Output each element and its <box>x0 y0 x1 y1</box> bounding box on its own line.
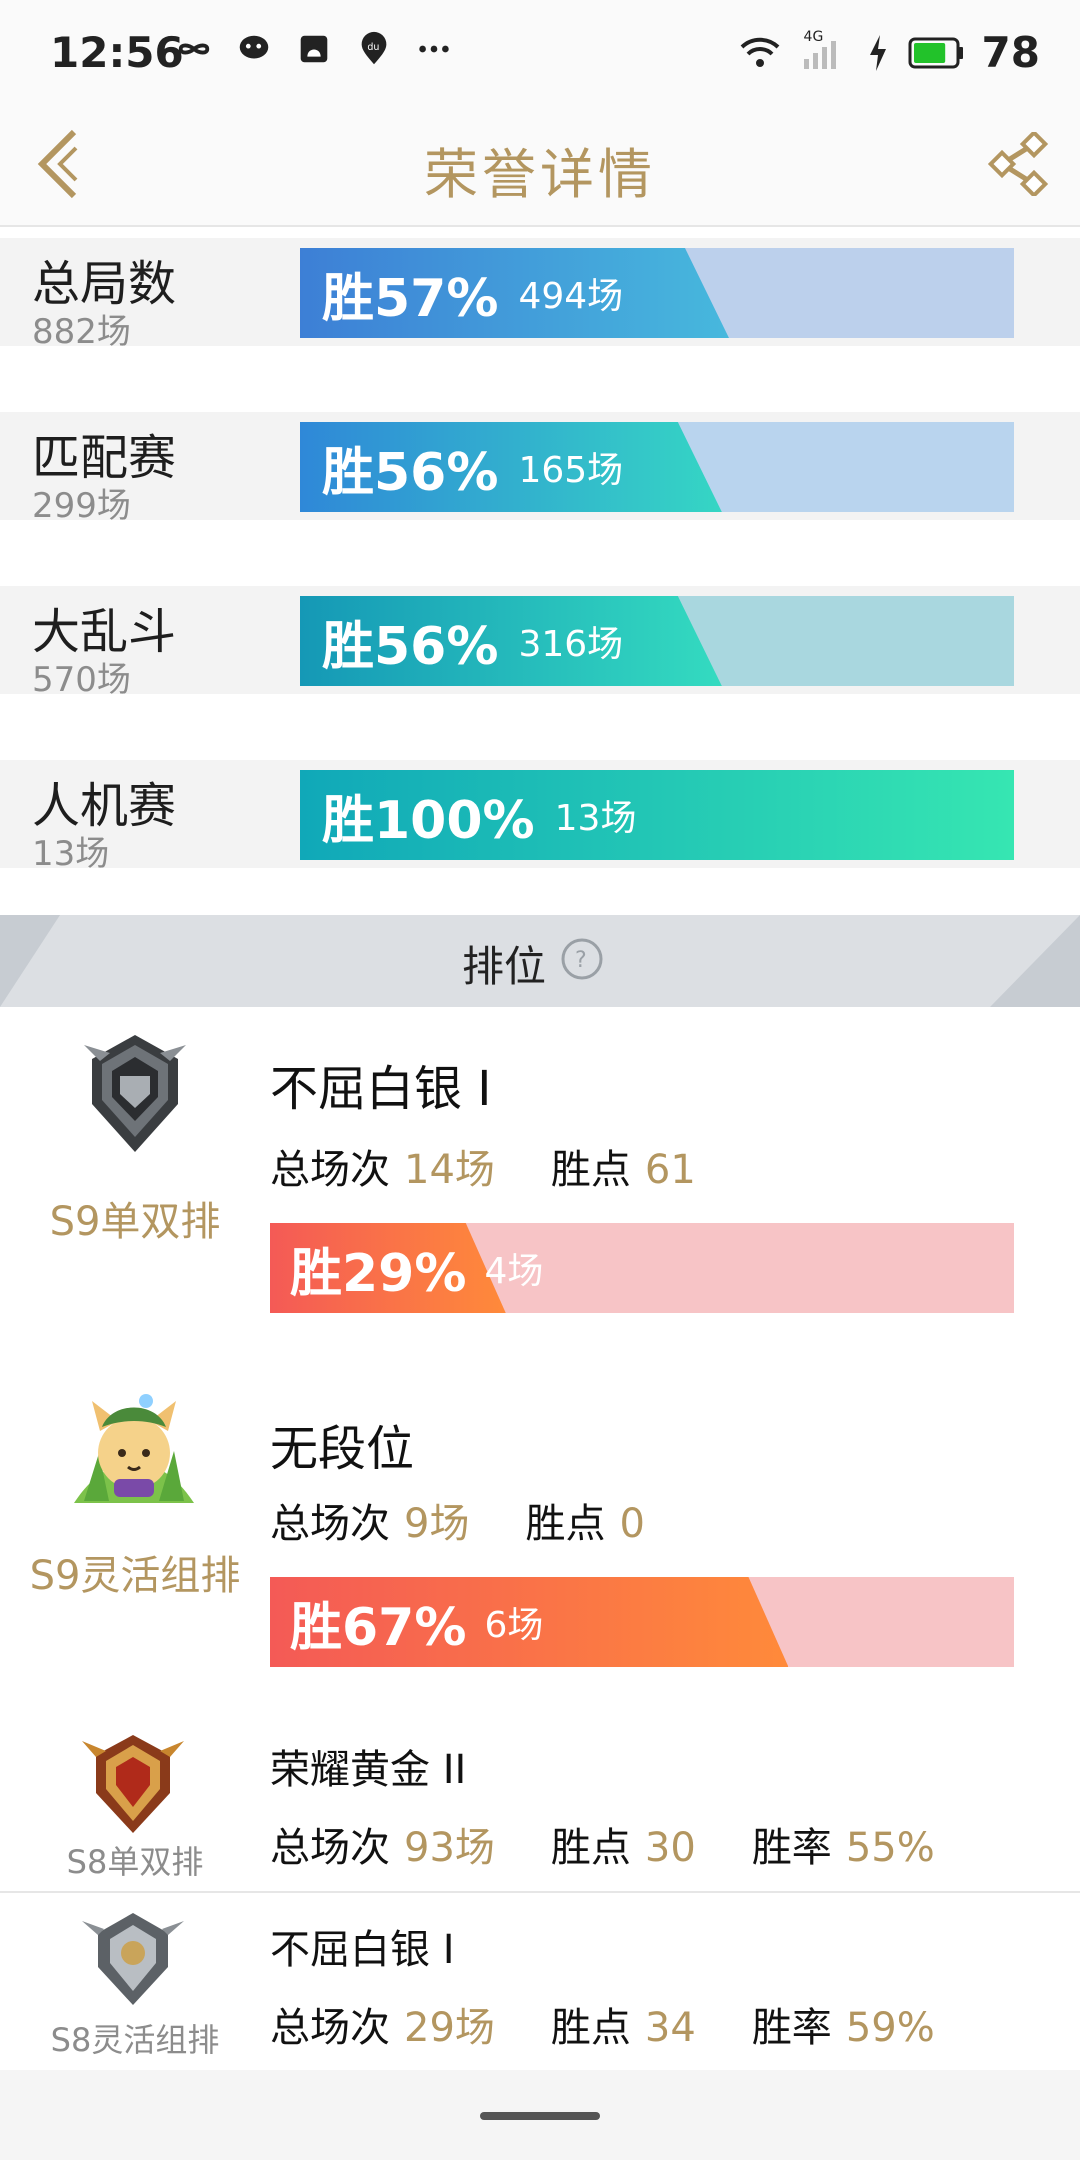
win-rate-text: 胜100% 13场 <box>322 770 636 860</box>
rate-label: 胜率 <box>751 2005 832 2051</box>
win-games: 13场 <box>554 798 637 839</box>
win-games: 494场 <box>518 276 624 317</box>
wifi-icon <box>740 37 779 67</box>
win-percent: 胜57% <box>322 268 499 329</box>
win-percent: 胜67% <box>290 1597 467 1658</box>
stat-count: 13场 <box>32 834 110 874</box>
notification-icon <box>300 35 328 63</box>
total-value: 93场 <box>404 1825 495 1871</box>
charging-bolt-icon <box>869 34 886 71</box>
total-value: 29场 <box>404 2005 495 2051</box>
win-rate-bar: 胜57% 494场 <box>300 248 1014 338</box>
queue-label: S9单双排 <box>49 1199 221 1245</box>
rate-label: 胜率 <box>751 1825 832 1871</box>
total-value: 14场 <box>404 1147 495 1193</box>
ranked-win-bar: 胜67% 6场 <box>270 1577 1014 1667</box>
battery-level: 78 <box>981 28 1040 77</box>
rank-tier: 荣耀黄金 II <box>270 1747 467 1793</box>
total-label: 总场次 <box>270 1147 390 1193</box>
infinity-icon <box>178 43 210 55</box>
win-rate-text: 胜57% 494场 <box>322 248 623 338</box>
page-title: 荣誉详情 <box>424 143 656 206</box>
share-icon[interactable] <box>988 132 1052 196</box>
ranked-card-s9-flex[interactable]: S9灵活组排 无段位 总场次 9场 胜点 0 胜67% 6场 <box>0 1361 1080 1717</box>
win-rate-text: 胜56% 316场 <box>322 596 623 686</box>
du-icon: du <box>361 31 387 65</box>
win-percent: 胜56% <box>322 616 499 677</box>
silver-emblem-small-icon <box>82 1913 184 2005</box>
rank-tier: 无段位 <box>270 1421 415 1477</box>
win-games: 165场 <box>518 450 624 491</box>
win-games: 316场 <box>518 624 624 665</box>
lp-value: 34 <box>644 2005 696 2051</box>
stat-row-normal: 匹配赛 299场 胜56% 165场 <box>0 412 1080 526</box>
win-percent: 胜29% <box>290 1243 467 1304</box>
ranked-win-bar: 胜29% 4场 <box>270 1223 1014 1313</box>
win-games: 4场 <box>484 1251 544 1292</box>
lp-label: 胜点 <box>550 1825 631 1871</box>
rank-tier: 不屈白银 I <box>270 1927 455 1973</box>
win-percent: 胜56% <box>322 442 499 503</box>
win-games: 6场 <box>484 1605 544 1646</box>
total-label: 总场次 <box>270 2005 390 2051</box>
chat-icon <box>239 35 269 59</box>
rank-stats: 总场次 14场 胜点 61 <box>270 1137 752 1195</box>
lp-value: 30 <box>644 1825 696 1871</box>
lp-label: 胜点 <box>550 2005 631 2051</box>
ranked-section-header: 排位 ? <box>0 915 1080 1007</box>
win-rate-text: 胜56% 165场 <box>322 422 623 512</box>
signal-icon: 4G <box>800 29 848 73</box>
status-left-icons: du <box>175 30 453 68</box>
total-label: 总场次 <box>270 1501 390 1547</box>
queue-label: S8单双排 <box>66 1843 204 1881</box>
status-right: 4G 78 <box>738 28 1040 77</box>
rank-stats: 总场次 93场 胜点 30 胜率 55% <box>270 1815 991 1873</box>
teemo-unranked-icon <box>74 1394 194 1503</box>
battery-icon <box>908 37 963 68</box>
home-indicator[interactable] <box>480 2112 600 2120</box>
svg-text:?: ? <box>575 948 587 973</box>
silver-emblem-icon <box>84 1035 186 1152</box>
rate-value: 59% <box>845 2005 935 2051</box>
win-rate-bar: 胜56% 316场 <box>300 596 1014 686</box>
lp-value: 0 <box>619 1501 645 1547</box>
ranked-win-text: 胜67% 6场 <box>290 1577 543 1667</box>
lp-value: 61 <box>644 1147 696 1193</box>
stat-count: 570场 <box>32 660 131 700</box>
stat-row-aram: 大乱斗 570场 胜56% 316场 <box>0 586 1080 700</box>
rank-stats: 总场次 9场 胜点 0 <box>270 1491 701 1549</box>
stat-row-bots: 人机赛 13场 胜100% 13场 <box>0 760 1080 874</box>
win-rate-bar: 胜100% 13场 <box>300 770 1014 860</box>
ranked-win-text: 胜29% 4场 <box>290 1223 543 1313</box>
total-label: 总场次 <box>270 1825 390 1871</box>
win-rate-bar: 胜56% 165场 <box>300 422 1014 512</box>
svg-text:du: du <box>367 42 379 53</box>
more-dots-icon <box>419 45 449 53</box>
app-header: 荣誉详情 <box>0 110 1080 227</box>
ranked-card-s8-solo[interactable]: S8单双排 荣耀黄金 II 总场次 93场 胜点 30 胜率 55% <box>0 1715 1080 1893</box>
rank-tier: 不屈白银 I <box>270 1061 492 1117</box>
win-percent: 胜100% <box>322 790 535 851</box>
stat-count: 299场 <box>32 486 131 526</box>
question-circle-icon[interactable]: ? <box>560 937 604 981</box>
rank-stats: 总场次 29场 胜点 34 胜率 59% <box>270 1995 991 2053</box>
gold-emblem-icon <box>82 1735 184 1833</box>
queue-label: S9灵活组排 <box>29 1553 241 1599</box>
stat-count: 882场 <box>32 312 131 352</box>
status-time: 12:56 <box>50 28 184 77</box>
status-bar: 12:56 du 4G 78 <box>0 0 1080 110</box>
section-title-text: 排位 <box>461 942 546 991</box>
rate-value: 55% <box>845 1825 935 1871</box>
total-value: 9场 <box>404 1501 470 1547</box>
lp-label: 胜点 <box>550 1147 631 1193</box>
section-title: 排位 <box>0 933 1080 994</box>
ranked-card-s8-flex[interactable]: S8灵活组排 不屈白银 I 总场次 29场 胜点 34 胜率 59% <box>0 1893 1080 2069</box>
stat-row-total: 总局数 882场 胜57% 494场 <box>0 238 1080 352</box>
ranked-card-s9-solo[interactable]: S9单双排 不屈白银 I 总场次 14场 胜点 61 胜29% 4场 <box>0 1007 1080 1363</box>
lp-label: 胜点 <box>525 1501 606 1547</box>
queue-label: S8灵活组排 <box>50 2021 220 2059</box>
